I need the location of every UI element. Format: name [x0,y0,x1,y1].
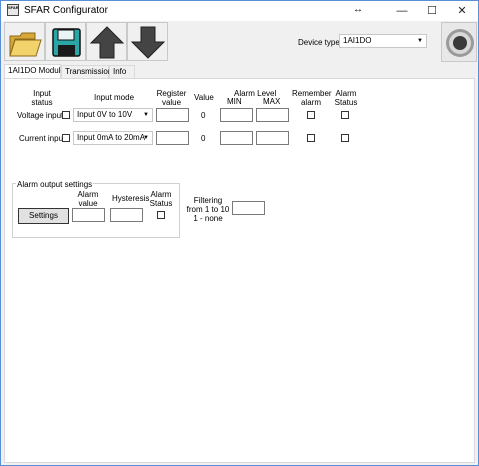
tab-module[interactable]: 1AI1DO Module [4,64,65,79]
current-alarm-min-input[interactable] [220,131,253,145]
header-input-status: Input status [31,89,53,107]
title-bar: SFAR SFAR Configurator ↔ — ☐ ✕ [1,1,478,21]
tab-transmission[interactable]: Transmission [61,65,112,79]
chevron-down-icon: ▼ [417,38,423,44]
header-input-mode: Input mode [94,93,135,102]
voltage-alarm-max-input[interactable] [256,108,289,122]
header-max: MAX [263,97,281,106]
header-value: Value [194,93,214,102]
current-value: 0 [201,134,206,143]
logo-button[interactable] [441,22,477,62]
tab-info[interactable]: Info [109,65,135,79]
voltage-register-value-input[interactable] [156,108,189,122]
current-remember-alarm-checkbox[interactable] [307,134,315,142]
open-folder-icon [9,32,42,57]
current-input-status-checkbox[interactable] [62,134,70,142]
voltage-input-mode-value: Input 0V to 10V [77,110,133,119]
current-input-mode-select[interactable]: Input 0mA to 20mA ▼ [73,131,153,145]
minimize-button[interactable]: — [387,1,417,21]
voltage-input-mode-select[interactable]: Input 0V to 10V ▼ [73,108,153,122]
download-button[interactable] [127,22,168,61]
chevron-down-icon: ▼ [143,135,149,141]
module-panel: Input status Input mode Register value V… [4,78,475,463]
filtering-label: Filtering from 1 to 10 1 - none [186,196,230,223]
app-window: SFAR SFAR Configurator ↔ — ☐ ✕ Device ty… [0,0,479,466]
voltage-remember-alarm-checkbox[interactable] [307,111,315,119]
alarm-output-status-checkbox[interactable] [157,211,165,219]
app-logo-icon [446,29,474,57]
voltage-alarm-status-checkbox[interactable] [341,111,349,119]
alarm-output-status-header: Alarm Status [149,190,173,208]
upload-button[interactable] [86,22,127,61]
settings-button[interactable]: Settings [18,208,69,224]
header-alarm-status: Alarm Status [334,89,358,107]
resize-cursor-icon: ↔ [353,4,363,15]
alarm-value-input[interactable] [72,208,105,222]
app-icon: SFAR [7,4,19,16]
current-input-mode-value: Input 0mA to 20mA [77,133,146,142]
window-title: SFAR Configurator [24,5,108,16]
hysteresis-header: Hysteresis [112,194,150,203]
close-button[interactable]: ✕ [447,1,477,21]
hysteresis-input[interactable] [110,208,143,222]
save-button[interactable] [45,22,86,61]
voltage-alarm-min-input[interactable] [220,108,253,122]
filtering-input[interactable] [232,201,265,215]
device-type-label: Device type: [298,38,343,47]
alarm-output-title: Alarm output settings [16,180,94,189]
arrow-down-icon [130,26,166,59]
arrow-up-icon [89,26,125,59]
maximize-button[interactable]: ☐ [417,1,447,21]
alarm-value-header: Alarm value [77,190,99,208]
header-min: MIN [227,97,242,106]
current-input-label: Current input [19,134,66,143]
open-button[interactable] [4,22,45,61]
header-register-value: Register value [156,89,187,107]
current-alarm-max-input[interactable] [256,131,289,145]
chevron-down-icon: ▼ [143,112,149,118]
current-register-value-input[interactable] [156,131,189,145]
header-remember-alarm: Remember alarm [292,89,332,107]
save-disk-icon [52,28,81,57]
device-type-value: 1AI1DO [343,36,372,45]
voltage-input-label: Voltage input [17,111,64,120]
voltage-input-status-checkbox[interactable] [62,111,70,119]
current-alarm-status-checkbox[interactable] [341,134,349,142]
voltage-value: 0 [201,111,206,120]
device-type-select[interactable]: 1AI1DO ▼ [339,34,427,48]
